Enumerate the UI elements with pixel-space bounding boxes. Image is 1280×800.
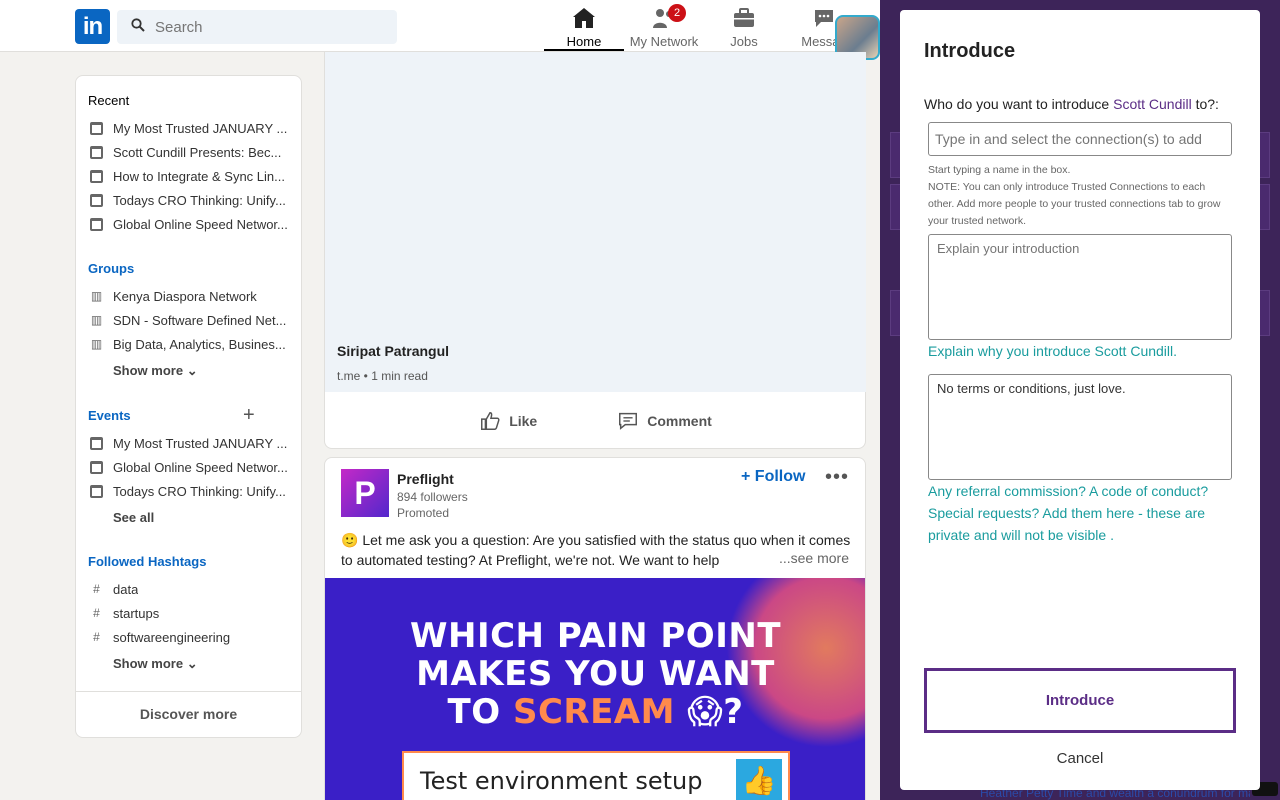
- search-bar[interactable]: [117, 10, 397, 44]
- search-icon: [131, 18, 145, 36]
- connection-search-input[interactable]: [928, 122, 1232, 156]
- modal-title: Introduce: [924, 40, 1016, 62]
- home-icon: [573, 8, 595, 28]
- group-icon: ▥: [90, 313, 103, 327]
- hashtag-item[interactable]: # startups: [90, 606, 295, 621]
- recent-item[interactable]: Scott Cundill Presents: Bec...: [90, 145, 295, 160]
- banner-line: WHICH PAIN POINT: [409, 616, 782, 656]
- chevron-down-icon: ⌄: [186, 363, 198, 378]
- discover-more-button[interactable]: Discover more: [76, 691, 301, 737]
- company-name[interactable]: Preflight: [397, 471, 454, 487]
- notification-badge: 2: [668, 4, 686, 22]
- recent-item[interactable]: Global Online Speed Networ...: [90, 217, 295, 232]
- like-button[interactable]: Like: [479, 410, 537, 432]
- calendar-icon: [90, 146, 103, 159]
- nav-jobs[interactable]: Jobs: [704, 6, 784, 49]
- follow-button[interactable]: + Follow: [741, 468, 805, 486]
- banner-option-box: Test environment setup 👍: [402, 751, 790, 800]
- ad-banner-image[interactable]: WHICH PAIN POINT MAKES YOU WANT TO SCREA…: [325, 578, 865, 800]
- terms-textarea[interactable]: No terms or conditions, just love.: [928, 374, 1232, 480]
- group-icon: ▥: [90, 289, 103, 303]
- event-item[interactable]: Global Online Speed Networ...: [90, 460, 295, 475]
- modal-question: Who do you want to introduce Scott Cundi…: [924, 96, 1219, 112]
- hashtag-icon: #: [93, 582, 100, 596]
- recent-item[interactable]: Todays CRO Thinking: Unify...: [90, 193, 295, 208]
- introduce-button[interactable]: Introduce: [924, 668, 1236, 733]
- see-more-link[interactable]: ...see more: [772, 550, 849, 566]
- cancel-button[interactable]: Cancel: [900, 750, 1260, 767]
- feed-post: Siripat Patrangul t.me • 1 min read Like…: [324, 52, 866, 449]
- recent-item[interactable]: My Most Trusted JANUARY ...: [90, 121, 295, 136]
- post-media[interactable]: [325, 52, 866, 392]
- calendar-icon: [90, 218, 103, 231]
- event-item[interactable]: My Most Trusted JANUARY ...: [90, 436, 295, 451]
- group-item[interactable]: ▥ Big Data, Analytics, Busines...: [90, 337, 295, 352]
- messaging-icon: [815, 10, 833, 27]
- explain-help-text: Explain why you introduce Scott Cundill.: [928, 343, 1178, 359]
- hashtags-heading[interactable]: Followed Hashtags: [88, 554, 206, 569]
- nav-my-network-label: My Network: [629, 34, 699, 49]
- comment-icon: [619, 412, 638, 430]
- hashtag-icon: #: [93, 630, 100, 644]
- hashtag-item[interactable]: # softwareengineering: [90, 630, 295, 645]
- add-event-icon[interactable]: +: [243, 405, 255, 425]
- company-followers: 894 followers: [397, 490, 468, 504]
- linkedin-logo[interactable]: in: [75, 9, 110, 44]
- recent-heading: Recent: [88, 93, 130, 108]
- person-name[interactable]: Scott Cundill: [1113, 96, 1192, 112]
- group-item[interactable]: ▥ Kenya Diaspora Network: [90, 289, 295, 304]
- hashtags-show-more[interactable]: Show more ⌄: [113, 656, 198, 672]
- company-logo[interactable]: P: [341, 469, 389, 517]
- chevron-down-icon: ⌄: [186, 656, 198, 671]
- groups-show-more[interactable]: Show more ⌄: [113, 363, 198, 379]
- promoted-post: P Preflight 894 followers Promoted + Fol…: [324, 457, 866, 800]
- banner-line: TO SCREAM 😱?: [447, 692, 744, 732]
- more-options-icon[interactable]: •••: [825, 466, 849, 489]
- banner-line: MAKES YOU WANT: [416, 654, 775, 694]
- calendar-icon: [90, 461, 103, 474]
- events-heading[interactable]: Events: [88, 408, 131, 423]
- explain-introduction-textarea[interactable]: [928, 234, 1232, 340]
- left-sidebar: Recent My Most Trusted JANUARY ... Scott…: [75, 75, 302, 738]
- group-item[interactable]: ▥ SDN - Software Defined Net...: [90, 313, 295, 328]
- thumbs-up-icon: [481, 411, 500, 430]
- recent-item[interactable]: How to Integrate & Sync Lin...: [90, 169, 295, 184]
- thumbs-up-icon: 👍: [736, 759, 782, 800]
- hashtag-item[interactable]: # data: [90, 582, 295, 597]
- search-input[interactable]: [155, 18, 375, 36]
- events-see-all[interactable]: See all: [113, 510, 154, 525]
- connection-hint: Start typing a name in the box. NOTE: Yo…: [928, 164, 1221, 227]
- group-icon: ▥: [90, 337, 103, 351]
- calendar-icon: [90, 437, 103, 450]
- nav-home-label: Home: [566, 34, 602, 49]
- calendar-icon: [90, 194, 103, 207]
- post-author[interactable]: Siripat Patrangul: [337, 343, 449, 359]
- briefcase-icon: [734, 8, 754, 27]
- nav-home[interactable]: Home: [544, 6, 624, 51]
- calendar-icon: [90, 122, 103, 135]
- nav-my-network[interactable]: 2 My Network: [624, 4, 704, 49]
- introduce-modal: Introduce Who do you want to introduce S…: [900, 10, 1260, 790]
- calendar-icon: [90, 485, 103, 498]
- promoted-label: Promoted: [397, 506, 450, 520]
- post-actions: Like Comment: [325, 392, 866, 449]
- comment-button[interactable]: Comment: [617, 410, 712, 432]
- groups-heading[interactable]: Groups: [88, 261, 134, 276]
- post-meta: t.me • 1 min read: [337, 369, 428, 383]
- calendar-icon: [90, 170, 103, 183]
- top-nav: in Home 2 My Network Jobs Messag: [0, 0, 880, 60]
- hashtag-icon: #: [93, 606, 100, 620]
- nav-jobs-label: Jobs: [730, 34, 758, 49]
- terms-help-text: Any referral commission? A code of condu…: [928, 483, 1209, 543]
- event-item[interactable]: Todays CRO Thinking: Unify...: [90, 484, 295, 499]
